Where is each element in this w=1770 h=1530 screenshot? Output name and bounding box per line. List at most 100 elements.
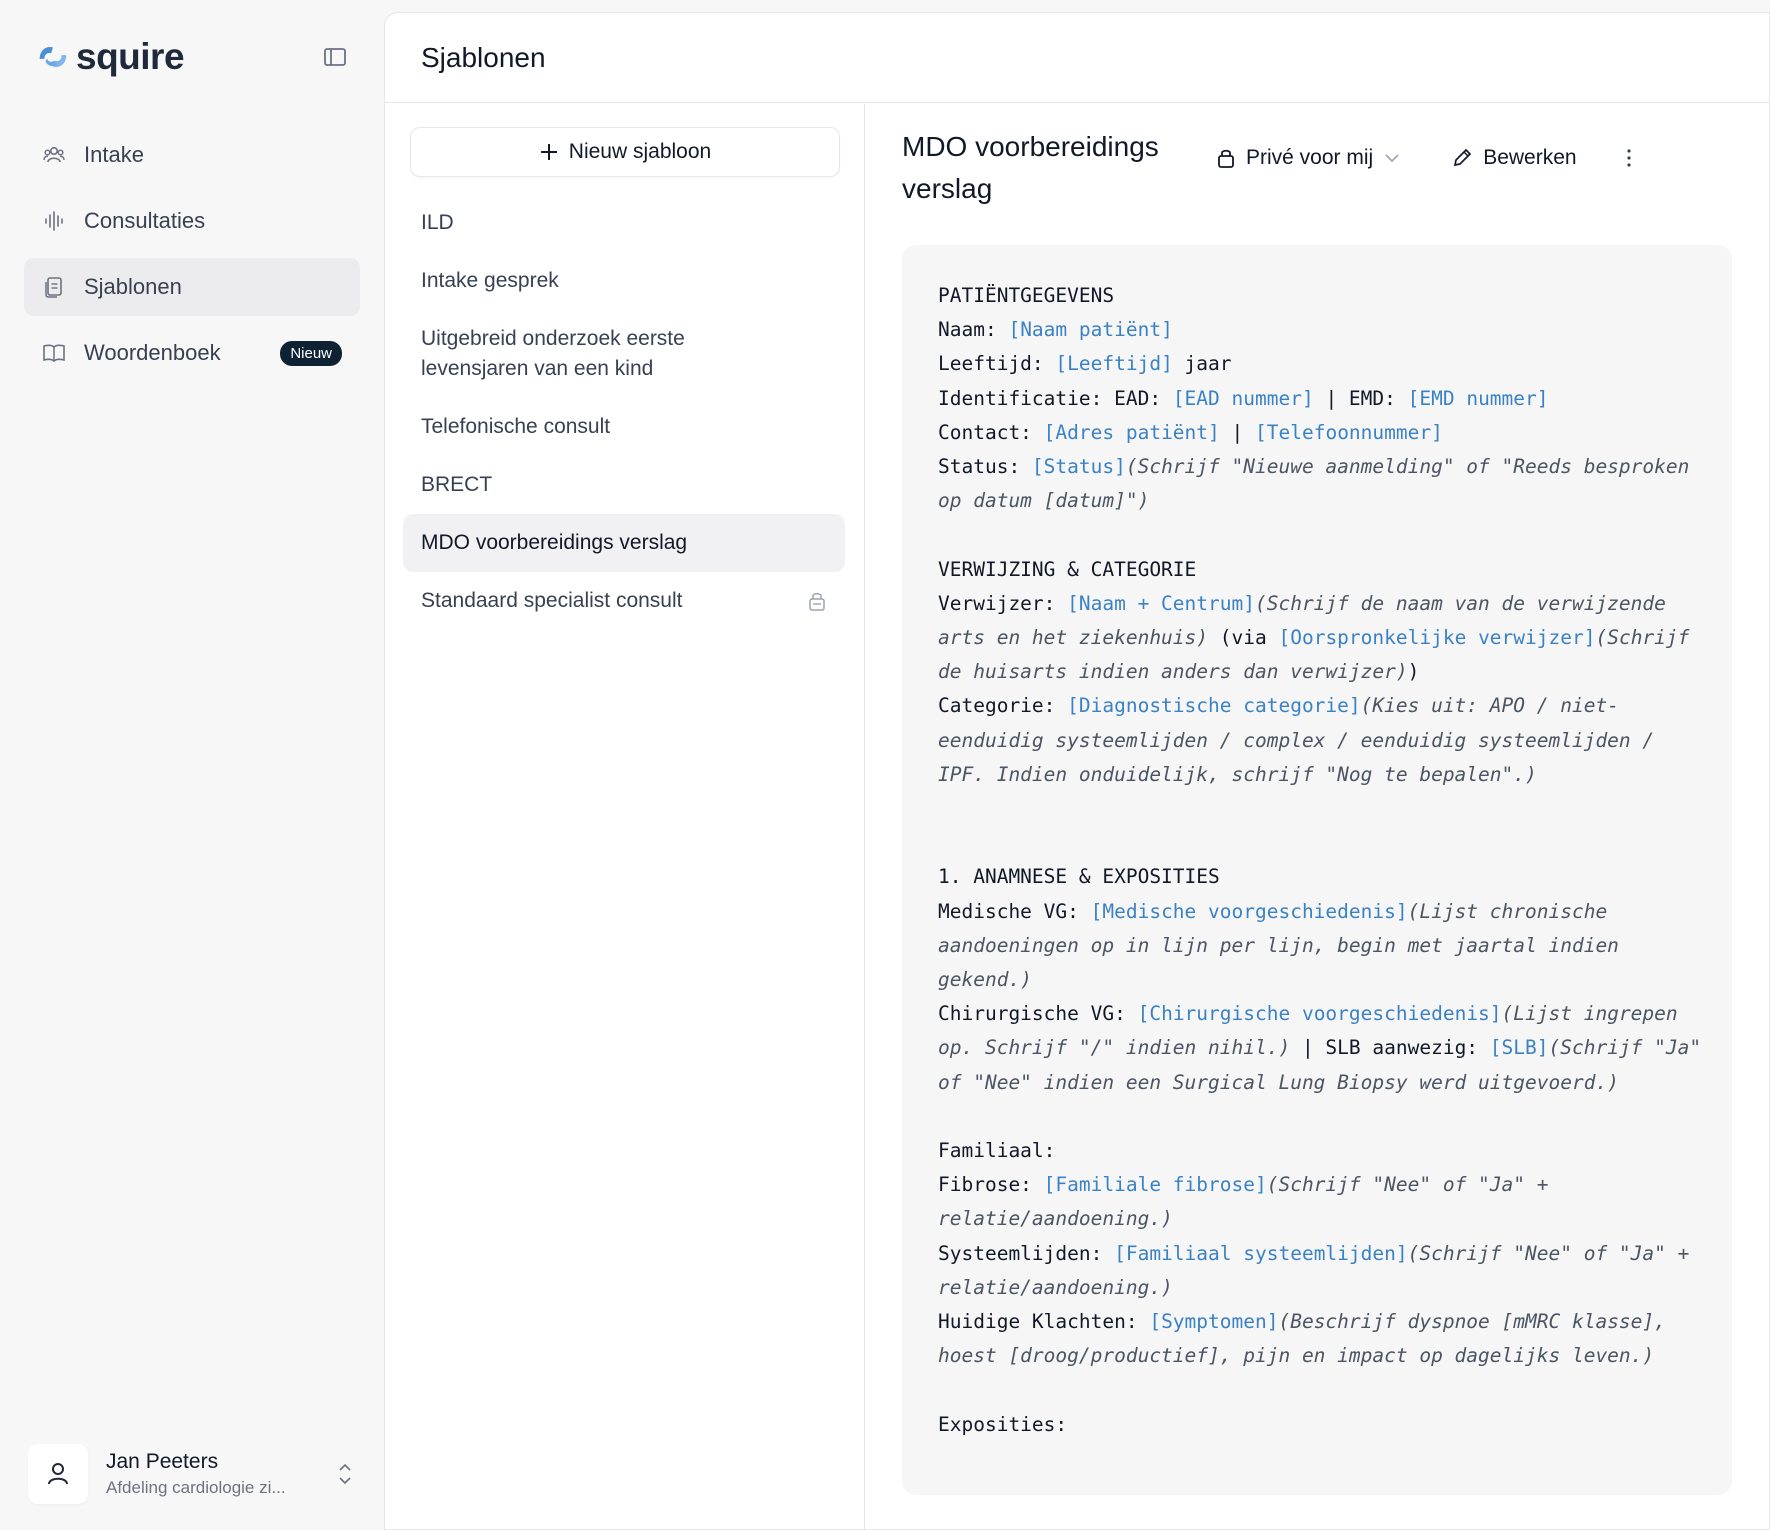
template-title: MDO voorbereidings verslag	[902, 131, 1159, 204]
template-text: Leeftijd:	[938, 352, 1056, 376]
template-text: Identificatie: EAD:	[938, 386, 1173, 410]
placeholder-token: [Status]	[1031, 455, 1126, 479]
more-options-icon[interactable]	[1619, 146, 1639, 170]
template-text: Familiaal:	[938, 1139, 1056, 1163]
placeholder-token: [Naam + Centrum]	[1067, 591, 1255, 615]
list-item[interactable]: Telefonische consult	[403, 398, 845, 456]
template-line: VERWIJZING & CATEGORIE	[938, 553, 1702, 587]
placeholder-token: [Oorspronkelijke verwijzer]	[1278, 626, 1596, 650]
template-text: Chirurgische VG:	[938, 1002, 1138, 1026]
template-line: Huidige Klachten: [Symptomen](Beschrijf …	[938, 1305, 1702, 1373]
list-item[interactable]: Uitgebreid onderzoek eerste levensjaren …	[403, 310, 845, 398]
main-nav: Intake Consultaties Sjablonen Woordenboe…	[24, 126, 360, 390]
placeholder-token: [Naam patiënt]	[1008, 318, 1173, 342]
placeholder-token: [Chirurgische voorgeschiedenis]	[1137, 1002, 1502, 1026]
book-icon	[42, 341, 66, 365]
placeholder-token: [Familiale fibrose]	[1043, 1173, 1267, 1197]
placeholder-token: [Leeftijd]	[1055, 352, 1173, 376]
template-line: Verwijzer: [Naam + Centrum](Schrijf de n…	[938, 587, 1702, 690]
waveform-icon	[42, 209, 66, 233]
template-text: |	[1219, 420, 1256, 444]
page-header: Sjablonen	[385, 13, 1769, 103]
list-item-label: MDO voorbereidings verslag	[421, 531, 688, 554]
template-text: Naam:	[938, 318, 1009, 342]
lock-icon	[1218, 149, 1234, 168]
template-blank-line	[938, 518, 1702, 552]
placeholder-token: [Familiaal systeemlijden]	[1114, 1241, 1408, 1265]
placeholder-token: [EMD nummer]	[1407, 386, 1549, 410]
template-content[interactable]: PATIËNTGEGEVENS Naam: [Naam patiënt] Leeft…	[902, 245, 1732, 1495]
template-text: Exposities:	[938, 1412, 1068, 1436]
plus-icon	[540, 144, 557, 160]
template-text: Systeemlijden:	[938, 1241, 1115, 1265]
template-text: )	[1407, 660, 1420, 684]
new-template-button[interactable]: Nieuw sjabloon	[410, 127, 840, 177]
pencil-icon	[1454, 148, 1472, 167]
user-menu[interactable]: Jan Peeters Afdeling cardiologie zi...	[28, 1442, 358, 1506]
edit-button[interactable]: Bewerken	[1451, 146, 1577, 170]
template-list: ILD Intake gesprek Uitgebreid onderzoek …	[403, 194, 845, 630]
brand-name: squire	[76, 36, 185, 77]
list-item[interactable]: ILD	[403, 194, 845, 252]
documents-icon	[42, 275, 66, 299]
logo[interactable]: squire	[34, 36, 185, 78]
template-blank-line	[938, 826, 1702, 860]
sidebar-item-sjablonen[interactable]: Sjablonen	[24, 258, 360, 316]
squire-logo-icon	[39, 47, 67, 67]
sidebar-item-woordenboek[interactable]: Woordenboek Nieuw	[24, 324, 360, 382]
detail-actions: Privé voor mij Bewerken	[1216, 146, 1639, 170]
template-text: Verwijzer:	[938, 591, 1068, 615]
page-title: Sjablonen	[421, 41, 546, 73]
sidebar-item-label: Woordenboek	[84, 340, 221, 365]
template-line: Exposities:	[938, 1408, 1702, 1442]
user-department: Afdeling cardiologie zi...	[106, 1478, 286, 1497]
user-name: Jan Peeters	[106, 1450, 219, 1473]
template-line: 1. ANAMNESE & EXPOSITIES	[938, 860, 1702, 894]
list-item[interactable]: Standaard specialist consult	[403, 572, 845, 630]
template-text: Huidige Klachten:	[938, 1310, 1150, 1334]
template-text: | SLB aanwezig:	[1290, 1036, 1490, 1060]
template-line: Identificatie: EAD: [EAD nummer] | EMD: …	[938, 382, 1702, 416]
template-text: Fibrose:	[938, 1173, 1044, 1197]
list-item[interactable]: Intake gesprek	[403, 252, 845, 310]
list-item-label: Telefonische consult	[421, 415, 611, 438]
sidebar-toggle-icon[interactable]	[322, 46, 348, 68]
placeholder-token: [Diagnostische categorie]	[1067, 694, 1361, 718]
template-blank-line	[938, 1100, 1702, 1134]
list-item[interactable]: MDO voorbereidings verslag	[403, 514, 845, 572]
sidebar-item-consultaties[interactable]: Consultaties	[24, 192, 360, 250]
sidebar-item-label: Intake	[84, 142, 144, 167]
new-template-label: Nieuw sjabloon	[568, 140, 712, 163]
privacy-dropdown[interactable]: Privé voor mij	[1216, 146, 1401, 170]
template-text: Status:	[938, 455, 1032, 479]
template-blank-line	[938, 1374, 1702, 1408]
sidebar-item-label: Sjablonen	[84, 274, 182, 299]
placeholder-token: [EAD nummer]	[1172, 386, 1314, 410]
edit-label: Bewerken	[1483, 146, 1577, 169]
chevron-down-icon	[1385, 154, 1399, 163]
template-text: jaar	[1172, 352, 1232, 376]
template-text: 1. ANAMNESE & EXPOSITIES	[938, 865, 1220, 889]
placeholder-token: [Telefoonnummer]	[1255, 420, 1443, 444]
template-line: Fibrose: [Familiale fibrose](Schrijf "Ne…	[938, 1168, 1702, 1236]
list-item[interactable]: BRECT	[403, 456, 845, 514]
template-text: Medische VG:	[938, 899, 1091, 923]
template-text: Contact:	[938, 420, 1044, 444]
sidebar-item-intake[interactable]: Intake	[24, 126, 360, 184]
template-line: Contact: [Adres patiënt] | [Telefoonnumm…	[938, 416, 1702, 450]
template-line: Categorie: [Diagnostische categorie](Kie…	[938, 689, 1702, 792]
new-badge: Nieuw	[280, 341, 342, 366]
lock-icon	[809, 593, 825, 611]
template-text: VERWIJZING & CATEGORIE	[938, 557, 1197, 581]
template-line: Leeftijd: [Leeftijd] jaar	[938, 347, 1702, 381]
template-text: | EMD:	[1313, 386, 1408, 410]
main-panel: Sjablonen Nieuw sjabloon ILD Intake gesp…	[384, 12, 1770, 1530]
template-line: Systeemlijden: [Familiaal systeemlijden]…	[938, 1237, 1702, 1305]
users-icon	[42, 143, 66, 167]
chevron-up-down-icon[interactable]	[336, 1460, 354, 1488]
list-item-label: Uitgebreid onderzoek eerste levensjaren …	[421, 327, 685, 380]
template-line: PATIËNTGEGEVENS	[938, 279, 1702, 313]
template-line: Medische VG: [Medische voorgeschiedenis]…	[938, 895, 1702, 998]
template-detail: MDO voorbereidings verslag Privé voor mi…	[866, 104, 1769, 1529]
template-list-panel: Nieuw sjabloon ILD Intake gesprek Uitgeb…	[385, 104, 865, 1529]
